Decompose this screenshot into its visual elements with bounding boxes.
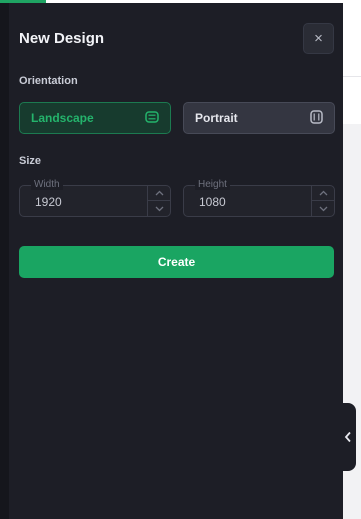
collapse-panel-button[interactable] [340, 403, 356, 471]
size-label: Size [19, 155, 42, 167]
height-field-label: Height [195, 179, 230, 190]
dialog-title: New Design [19, 30, 105, 47]
width-stepper [147, 186, 170, 216]
width-increment-button[interactable] [148, 186, 170, 201]
dialog-header: New Design × [19, 23, 334, 57]
portrait-option-label: Portrait [195, 111, 238, 125]
height-value[interactable]: 1080 [199, 195, 226, 209]
chevron-up-icon [155, 190, 163, 196]
close-icon: × [314, 30, 323, 47]
close-button[interactable]: × [303, 23, 334, 54]
portrait-option[interactable]: Portrait [183, 102, 335, 134]
width-decrement-button[interactable] [148, 201, 170, 216]
width-field-label: Width [31, 179, 63, 190]
height-decrement-button[interactable] [312, 201, 334, 216]
new-design-panel: New Design × Orientation Landscape Portr… [9, 3, 343, 519]
background-divider [343, 76, 361, 77]
height-increment-button[interactable] [312, 186, 334, 201]
chevron-up-icon [319, 190, 327, 196]
height-field[interactable]: Height 1080 [183, 179, 335, 217]
width-value[interactable]: 1920 [35, 195, 62, 209]
landscape-option-label: Landscape [31, 111, 94, 125]
width-field[interactable]: Width 1920 [19, 179, 171, 217]
chevron-down-icon [155, 206, 163, 211]
orientation-label: Orientation [19, 75, 78, 87]
height-stepper [311, 186, 334, 216]
chevron-down-icon [319, 206, 327, 211]
create-button[interactable]: Create [19, 246, 334, 278]
portrait-screen-icon [310, 109, 323, 127]
landscape-screen-icon [145, 110, 159, 126]
chevron-left-icon [344, 431, 351, 443]
landscape-option[interactable]: Landscape [19, 102, 171, 134]
